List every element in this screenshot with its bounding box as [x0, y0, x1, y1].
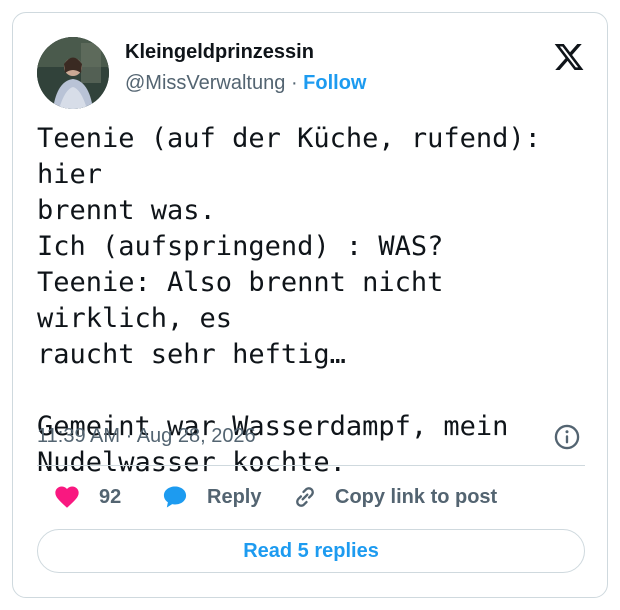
read-replies-button[interactable]: Read 5 replies	[37, 529, 585, 573]
action-bar: 92 Reply Copy link to post	[37, 479, 585, 515]
tweet-timestamp[interactable]: 11:39 AM · Aug 28, 2026	[37, 425, 256, 448]
copy-link-label: Copy link to post	[335, 485, 498, 508]
link-icon	[291, 483, 319, 511]
author-handle[interactable]: @MissVerwaltung	[125, 72, 285, 94]
reply-label: Reply	[207, 485, 262, 508]
avatar-image	[37, 37, 109, 109]
divider	[37, 465, 585, 466]
author-display-name[interactable]: Kleingeldprinzessin	[125, 41, 314, 64]
speech-bubble-icon	[161, 483, 189, 511]
reply-button[interactable]: Reply	[161, 479, 261, 515]
author-handle-row: @MissVerwaltung · Follow	[125, 72, 367, 95]
read-replies-label: Read 5 replies	[243, 539, 379, 562]
follow-button[interactable]: Follow	[303, 72, 366, 94]
like-button[interactable]: 92	[53, 479, 121, 515]
tweet-card: Kleingeldprinzessin @MissVerwaltung · Fo…	[12, 12, 608, 598]
x-logo-icon[interactable]	[553, 41, 585, 73]
copy-link-button[interactable]: Copy link to post	[291, 479, 497, 515]
like-count: 92	[99, 485, 122, 508]
separator-dot: ·	[290, 72, 298, 94]
heart-icon	[53, 483, 81, 511]
avatar[interactable]	[37, 37, 109, 109]
info-icon[interactable]	[553, 423, 581, 451]
